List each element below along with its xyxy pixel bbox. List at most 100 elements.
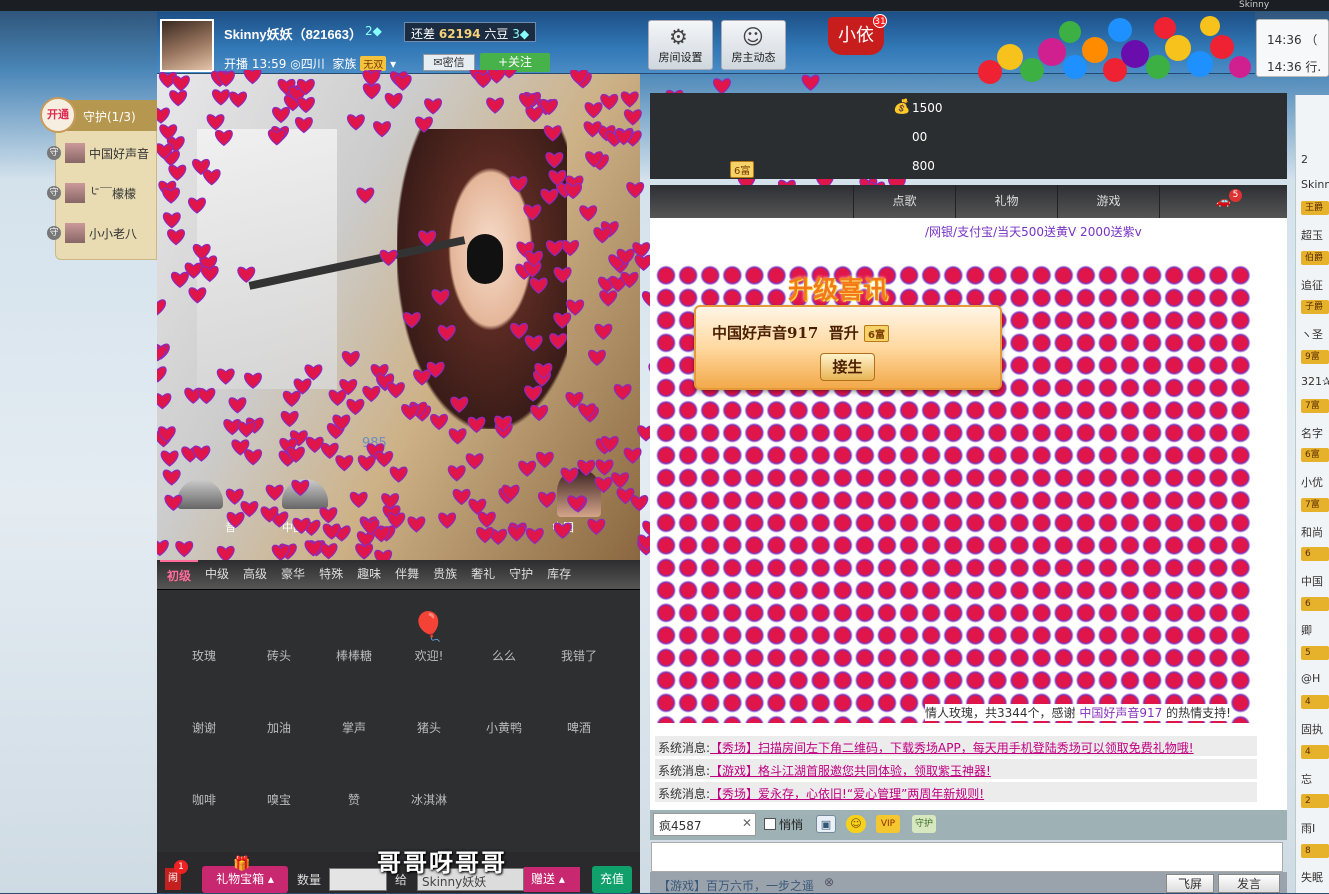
recharge-button[interactable]: 充值 bbox=[592, 866, 632, 893]
vip-icon[interactable]: VIP bbox=[876, 815, 900, 833]
notification-item[interactable]: 14:36 （ bbox=[1267, 27, 1328, 54]
tab-gift[interactable]: 中级 bbox=[198, 560, 236, 589]
heart-particle bbox=[595, 459, 614, 476]
host-name: Skinny妖妖（821663） bbox=[224, 27, 363, 42]
tab-gift[interactable]: 伴舞 bbox=[388, 560, 426, 589]
guard-member[interactable]: 守中国好声音 bbox=[47, 142, 149, 164]
guard-member[interactable]: 守 ╰ ̄￣檬檬 bbox=[47, 182, 136, 204]
tab-gift[interactable]: 趣味 bbox=[350, 560, 388, 589]
notification-panel[interactable]: 14:36 （ 14:36 行. bbox=[1256, 19, 1329, 77]
user-list-item[interactable]: 忘 bbox=[1301, 771, 1312, 787]
tab-gift[interactable]: 初级 bbox=[160, 560, 199, 589]
user-list-item[interactable]: 名字 bbox=[1301, 425, 1323, 441]
heart-particle bbox=[349, 491, 368, 508]
close-icon[interactable]: ✕ bbox=[742, 816, 752, 830]
system-message-link[interactable]: 【秀场】爱永存，心依旧!“爱心管理”两周年新规则! bbox=[710, 787, 984, 801]
guard-icon[interactable]: 守护 bbox=[912, 815, 936, 833]
user-list-item[interactable]: Skinn bbox=[1301, 178, 1329, 191]
gift-item[interactable]: 加油 bbox=[240, 719, 318, 736]
gift-item[interactable]: 谢谢 bbox=[165, 719, 243, 736]
heart-particle bbox=[413, 369, 431, 386]
gift-item[interactable]: 么么 bbox=[465, 647, 543, 664]
gift-item[interactable]: 冰淇淋 bbox=[390, 791, 468, 808]
user-list-item[interactable]: 卿 bbox=[1301, 622, 1312, 638]
tab-gift[interactable]: 守护 bbox=[502, 560, 540, 589]
gift-item[interactable]: 赞 bbox=[315, 791, 393, 808]
tab-gift[interactable]: 贵族 bbox=[426, 560, 464, 589]
heart-particle bbox=[375, 451, 394, 468]
close-icon[interactable]: ⊗ bbox=[824, 875, 834, 889]
tab-gift[interactable]: 高级 bbox=[236, 560, 274, 589]
send-gift-button[interactable]: 赠送 ▴ bbox=[524, 867, 580, 892]
image-icon[interactable]: ▣ bbox=[816, 815, 836, 833]
gift-item[interactable]: 玫瑰 bbox=[165, 647, 243, 664]
guard-member[interactable]: 守小小老八 bbox=[47, 222, 137, 244]
chevron-down-icon[interactable]: ▾ bbox=[390, 57, 396, 71]
room-settings-button[interactable]: ⚙ 房间设置 bbox=[648, 20, 713, 70]
gift-item[interactable]: 小黄鸭 bbox=[465, 719, 543, 736]
gift-item[interactable]: 咖啡 bbox=[165, 791, 243, 808]
user-list-item[interactable]: 失眠 bbox=[1301, 869, 1323, 885]
rank-badge: 9富 bbox=[1301, 349, 1329, 364]
tab-car[interactable]: 🚗 bbox=[1159, 185, 1287, 218]
rank-badge: 王爵 bbox=[1301, 201, 1329, 216]
heart-particle bbox=[357, 455, 376, 472]
user-link[interactable]: 中国好声音917 bbox=[1079, 706, 1162, 720]
quiet-checkbox[interactable] bbox=[764, 818, 776, 830]
heart-particle bbox=[159, 124, 178, 141]
open-guard-button[interactable]: 开通 bbox=[40, 97, 76, 133]
tab-gift[interactable]: 库存 bbox=[540, 560, 578, 589]
game-promo-link[interactable]: 【游戏】百万六币，一步之遥 bbox=[658, 877, 814, 894]
promo-text[interactable]: /网银/支付宝/当天500送黄V 2000送紫v bbox=[925, 223, 1142, 240]
tab-gift[interactable]: 特殊 bbox=[312, 560, 350, 589]
gift-item[interactable]: 啤酒 bbox=[540, 719, 618, 736]
tab-gift[interactable]: 豪华 bbox=[274, 560, 312, 589]
user-list-item[interactable]: 中国 bbox=[1301, 573, 1323, 589]
heart-particle bbox=[583, 121, 602, 138]
gift-item[interactable]: 掌声 bbox=[315, 719, 393, 736]
user-list-item[interactable]: 雨I bbox=[1301, 820, 1315, 836]
user-list-item[interactable]: 321✰ bbox=[1301, 375, 1329, 388]
family-badge[interactable]: 无双 bbox=[360, 56, 387, 71]
user-list-item[interactable]: 小优 bbox=[1301, 474, 1323, 490]
gift-item[interactable]: 嗅宝 bbox=[240, 791, 318, 808]
user-list-item[interactable]: @H bbox=[1301, 672, 1320, 685]
heart-particle bbox=[356, 187, 375, 204]
user-list-item[interactable]: 和尚 bbox=[1301, 524, 1323, 540]
private-message-button[interactable]: ✉密信 bbox=[423, 54, 475, 71]
chevron-up-icon: ▴ bbox=[267, 872, 274, 886]
user-list-item[interactable]: ヽ圣 bbox=[1301, 326, 1323, 342]
tab-song[interactable]: 点歌 bbox=[853, 185, 955, 218]
gift-item[interactable]: 欢迎! bbox=[390, 647, 468, 664]
user-list-item[interactable]: 2 bbox=[1301, 153, 1308, 166]
heart-particle bbox=[523, 204, 542, 221]
chat-message-input[interactable] bbox=[651, 842, 1283, 872]
rank-badge: 2 bbox=[1301, 794, 1329, 809]
notification-item[interactable]: 14:36 行. bbox=[1267, 54, 1328, 76]
host-avatar[interactable] bbox=[160, 19, 214, 72]
gift-item[interactable]: 我错了 bbox=[540, 647, 618, 664]
tab-gift-list[interactable]: 礼物 bbox=[955, 185, 1057, 218]
tab-gift[interactable]: 奢礼 bbox=[464, 560, 502, 589]
fly-screen-button[interactable]: 飞屏 bbox=[1166, 874, 1214, 893]
top-user[interactable]: Skinny bbox=[1119, 0, 1329, 9]
host-activity-button[interactable]: ☺ 房主动态 bbox=[721, 20, 786, 70]
heart-particle bbox=[525, 106, 544, 123]
heart-particle bbox=[197, 387, 216, 405]
heart-particle bbox=[477, 511, 496, 528]
system-message-link[interactable]: 【秀场】扫描房间左下角二维码，下载秀场APP，每天用手机登陆秀场可以领取免费礼物… bbox=[710, 741, 1194, 755]
send-message-button[interactable]: 发言 bbox=[1218, 874, 1280, 893]
tab-games[interactable]: 游戏 bbox=[1057, 185, 1159, 218]
gift-item[interactable]: 砖头 bbox=[240, 647, 318, 664]
heart-particle bbox=[319, 543, 338, 560]
user-list-item[interactable]: 固执 bbox=[1301, 721, 1323, 737]
levelup-button[interactable]: 接生 bbox=[820, 353, 875, 381]
system-message-link[interactable]: 【游戏】格斗江湖首服邀您共同体验，领取紫玉神器! bbox=[710, 764, 991, 778]
gift-item[interactable]: 棒棒糖 bbox=[315, 647, 393, 664]
emoji-icon[interactable]: ☺ bbox=[846, 815, 866, 833]
chat-target-input[interactable]: 疯4587 bbox=[653, 813, 756, 836]
gift-item[interactable]: 猪头 bbox=[390, 719, 468, 736]
user-list-item[interactable]: 超玉 bbox=[1301, 227, 1323, 243]
heart-particle bbox=[553, 312, 572, 329]
user-list-item[interactable]: 追征 bbox=[1301, 277, 1323, 293]
